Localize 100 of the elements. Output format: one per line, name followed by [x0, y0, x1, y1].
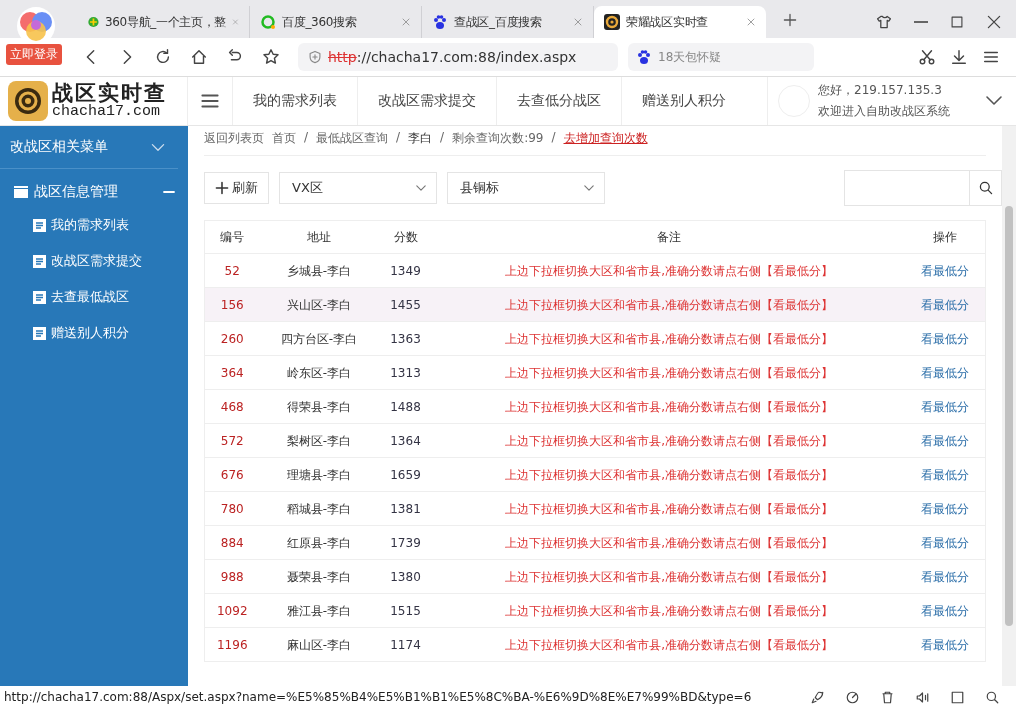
close-icon	[986, 14, 1002, 30]
list-icon	[33, 326, 46, 340]
table-cell: 上边下拉框切换大区和省市县,准确分数请点右侧【看最低分】	[432, 491, 906, 526]
view-lowest-link[interactable]: 看最低分	[921, 603, 970, 618]
table-cell: 572	[204, 423, 260, 458]
browser-tab[interactable]: 荣耀战区实时查	[594, 6, 766, 38]
folder-icon	[14, 186, 28, 198]
back-link[interactable]: 返回列表页	[204, 130, 264, 147]
table-cell: 聂荣县-李白	[259, 559, 379, 594]
table-cell: 468	[204, 389, 260, 424]
region-dropdown[interactable]: VX区	[279, 172, 437, 204]
greeting-text: 您好，219.157.135.3	[818, 82, 943, 99]
table-cell: 上边下拉框切换大区和省市县,准确分数请点右侧【看最低分】	[432, 457, 906, 492]
table-cell: 岭东区-李白	[259, 355, 379, 390]
view-lowest-link[interactable]: 看最低分	[921, 331, 970, 346]
table-cell: 上边下拉框切换大区和省市县,准确分数请点右侧【看最低分】	[432, 389, 906, 424]
plus-icon	[215, 181, 229, 195]
table-cell: 得荣县-李白	[259, 389, 379, 424]
view-lowest-link[interactable]: 看最低分	[921, 467, 970, 482]
logo-domain: chacha17.com	[52, 104, 162, 121]
badge-dropdown[interactable]: 县铜标	[447, 172, 605, 204]
table-cell: 1196	[204, 627, 260, 662]
search-icon	[977, 180, 994, 196]
column-header: 地址	[259, 220, 379, 254]
ring-icon	[260, 14, 276, 30]
menu-group[interactable]: 战区信息管理	[0, 169, 188, 207]
menu-item[interactable]: 去查最低战区	[0, 279, 188, 315]
table-cell: 1313	[378, 355, 433, 390]
breadcrumb-item[interactable]: 剩余查询次数:99	[452, 130, 544, 147]
breadcrumb-item[interactable]: 李白	[408, 130, 433, 147]
table-cell: 上边下拉框切换大区和省市县,准确分数请点右侧【看最低分】	[432, 253, 906, 288]
paw-icon	[432, 14, 448, 30]
table-cell: 理塘县-李白	[259, 457, 379, 492]
column-header: 编号	[204, 220, 260, 254]
scissors-icon	[918, 48, 936, 66]
table-cell: 梨树区-李白	[259, 423, 379, 458]
close-icon	[573, 17, 583, 27]
table-cell: 四方台区-李白	[259, 321, 379, 356]
paw-icon	[636, 49, 652, 65]
column-header: 分数	[378, 220, 433, 254]
view-lowest-link[interactable]: 看最低分	[921, 433, 970, 448]
list-icon	[33, 218, 46, 232]
logo-emblem-icon	[8, 81, 48, 121]
browser-tab[interactable]: 360导航_一个主页，整	[78, 6, 250, 38]
table-cell: 1349	[378, 253, 433, 288]
search-field[interactable]: 18天包怀疑	[628, 43, 814, 71]
table-cell: 1739	[378, 525, 433, 560]
speed-icon	[845, 689, 860, 705]
table-cell: 上边下拉框切换大区和省市县,准确分数请点右侧【看最低分】	[432, 287, 906, 322]
speaker-icon	[915, 689, 930, 705]
table-cell: 988	[204, 559, 260, 594]
menu-item[interactable]: 赠送别人积分	[0, 315, 188, 351]
table-cell: 雅江县-李白	[259, 593, 379, 628]
breadcrumb-item[interactable]: 首页	[272, 130, 296, 147]
view-lowest-link[interactable]: 看最低分	[921, 263, 970, 278]
view-lowest-link[interactable]: 看最低分	[921, 569, 970, 584]
table-cell: 1488	[378, 389, 433, 424]
menu-item[interactable]: 改战区需求提交	[0, 243, 188, 279]
home-icon	[190, 48, 208, 66]
table-cell: 156	[204, 287, 260, 322]
table-cell: 260	[204, 321, 260, 356]
add-queries-link[interactable]: 去增加查询次数	[563, 130, 648, 147]
view-lowest-link[interactable]: 看最低分	[921, 501, 970, 516]
table-cell: 乡城县-李白	[259, 253, 379, 288]
refresh-icon	[154, 48, 172, 66]
table-cell: 兴山区-李白	[259, 287, 379, 322]
welcome-text: 欢迎进入自助改战区系统	[818, 103, 950, 120]
view-lowest-link[interactable]: 看最低分	[921, 535, 970, 550]
table-cell: 上边下拉框切换大区和省市县,准确分数请点右侧【看最低分】	[432, 525, 906, 560]
menu-item[interactable]: 我的需求列表	[0, 207, 188, 243]
table-cell: 上边下拉框切换大区和省市县,准确分数请点右侧【看最低分】	[432, 593, 906, 628]
refresh-button[interactable]: 刷新	[204, 172, 269, 204]
breadcrumb-item[interactable]: 最低战区查询	[316, 130, 389, 147]
address-bar[interactable]: http://chacha17.com:88/index.aspx	[298, 43, 618, 71]
menu-section-title: 改战区相关菜单	[10, 138, 108, 156]
view-lowest-link[interactable]: 看最低分	[921, 637, 970, 652]
browser-tab[interactable]: 百度_360搜索	[250, 6, 422, 38]
scrollbar-thumb[interactable]	[1005, 206, 1013, 626]
close-icon	[746, 17, 756, 27]
plus-circle-icon	[88, 14, 99, 30]
search-field[interactable]	[844, 170, 1002, 206]
table-cell: 上边下拉框切换大区和省市县,准确分数请点右侧【看最低分】	[432, 627, 906, 662]
table-cell: 上边下拉框切换大区和省市县,准确分数请点右侧【看最低分】	[432, 355, 906, 390]
table-cell: 1659	[378, 457, 433, 492]
table-cell: 1174	[378, 627, 433, 662]
plus-icon	[782, 12, 798, 28]
star-icon	[262, 48, 280, 66]
table-cell: 麻山区-李白	[259, 627, 379, 662]
login-badge[interactable]: 立即登录	[6, 44, 62, 65]
view-lowest-link[interactable]: 看最低分	[921, 365, 970, 380]
table-cell: 1364	[378, 423, 433, 458]
breadcrumb-separator: /	[440, 130, 445, 146]
emblem-icon	[604, 14, 620, 30]
table-cell: 364	[204, 355, 260, 390]
table-cell: 1515	[378, 593, 433, 628]
view-lowest-link[interactable]: 看最低分	[921, 399, 970, 414]
breadcrumb-separator: /	[304, 130, 309, 146]
trash-icon	[880, 689, 895, 705]
breadcrumb-separator: /	[396, 130, 401, 146]
status-url: http://chacha17.com:88/Aspx/set.aspx?name=%E5%85%B4%E5%B1%B1%E5%8C%BA-%E6%9D%8E%E7%99%BD&type=6	[4, 690, 752, 704]
